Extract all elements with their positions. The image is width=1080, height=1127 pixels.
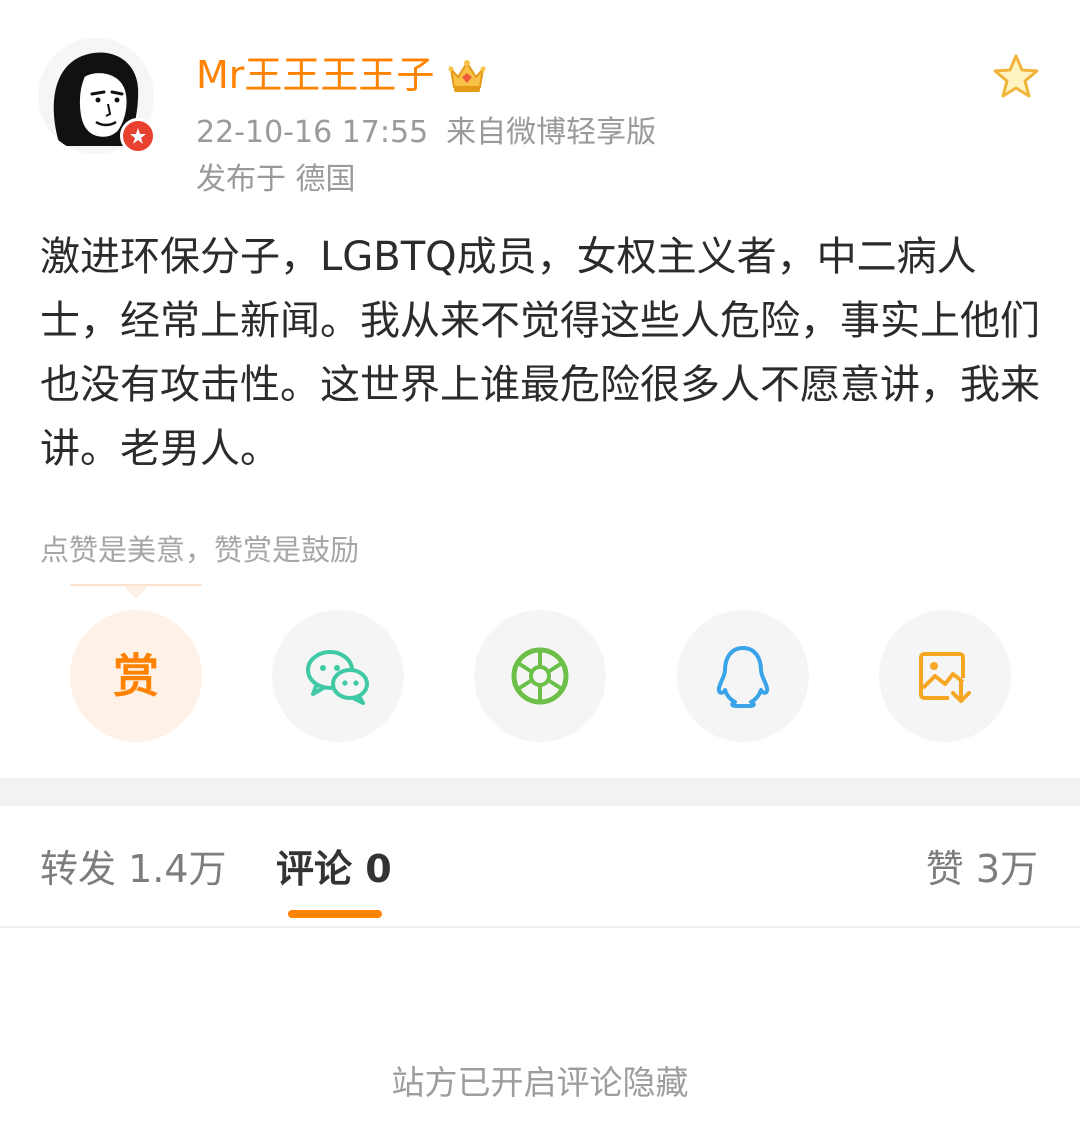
hint-pointer-icon — [70, 584, 202, 598]
save-image-button[interactable] — [879, 610, 1011, 742]
save-image-icon — [919, 652, 971, 703]
tab-comments[interactable]: 评论 0 — [276, 844, 392, 894]
tab-repost[interactable]: 转发 1.4万 — [40, 844, 227, 894]
comments-hidden-notice: 站方已开启评论隐藏 — [391, 1063, 689, 1102]
crown-icon — [448, 60, 486, 92]
post-content: 激进环保分子，LGBTQ成员，女权主义者，中二病人士，经常上新闻。我从来不觉得这… — [40, 234, 1040, 472]
reward-icon: 赏 — [113, 649, 159, 703]
post-tabs: 转发 1.4万 评论 0 赞 3万 — [0, 806, 1080, 928]
vip-badge-icon — [120, 118, 156, 154]
post-timestamp: 22-10-16 17:55 — [196, 115, 429, 150]
share-wechat-button[interactable] — [272, 610, 404, 742]
active-tab-indicator — [288, 910, 382, 918]
section-divider — [0, 778, 1080, 806]
share-moments-button[interactable] — [474, 610, 606, 742]
reward-button[interactable]: 赏 — [70, 610, 202, 742]
tab-likes[interactable]: 赞 3万 — [926, 844, 1038, 894]
qq-penguin-icon — [716, 646, 770, 708]
username-row: Mr王王王王子 — [196, 50, 488, 100]
reward-hint: 点赞是美意，赞赏是鼓励 — [40, 533, 360, 567]
post-location: 发布于 德国 — [196, 162, 356, 197]
author-name[interactable]: Mr王王王王子 — [196, 50, 434, 100]
wechat-moments-icon — [511, 647, 569, 705]
post-source[interactable]: 来自微博轻享版 — [446, 115, 656, 150]
share-row: 赏 — [0, 610, 1080, 744]
share-qq-button[interactable] — [677, 610, 809, 742]
wechat-icon — [306, 650, 369, 705]
post-meta: 22-10-16 17:55 来自微博轻享版 — [196, 113, 656, 153]
post-header: Mr王王王王子 22-10-16 17:55 来自微博轻享版 发布于 德国 — [0, 0, 1080, 210]
star-outline-icon[interactable] — [990, 52, 1042, 100]
